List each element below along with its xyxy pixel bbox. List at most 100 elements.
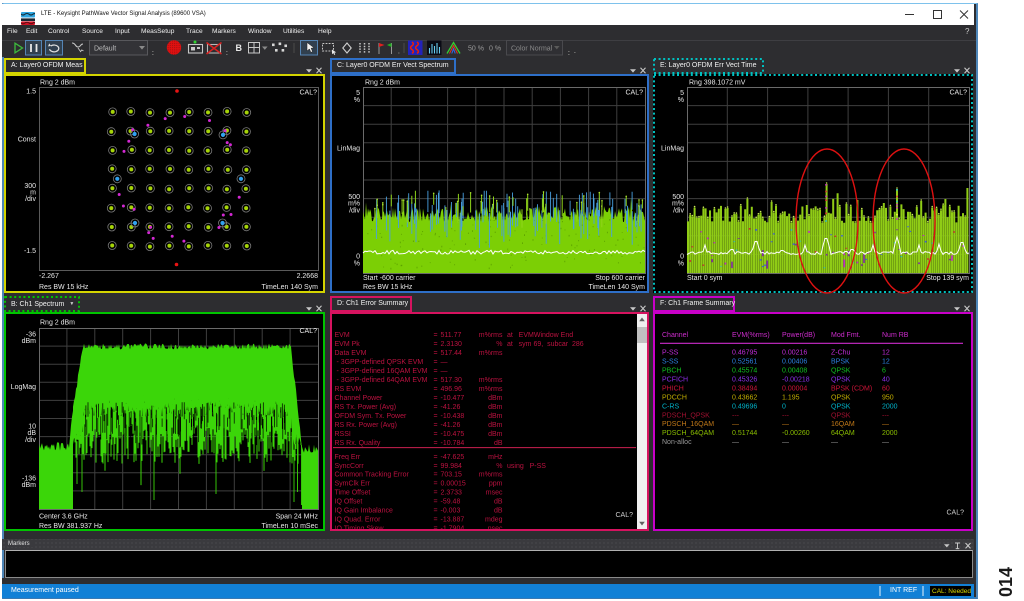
svg-text:40: 40 xyxy=(882,377,890,384)
svg-text:QPSK: QPSK xyxy=(831,412,851,419)
svg-text:-13.887: -13.887 xyxy=(441,517,465,524)
svg-text:511.77: 511.77 xyxy=(441,332,462,339)
svg-text:CAL?: CAL? xyxy=(949,90,967,97)
svg-text:Color Normal: Color Normal xyxy=(511,46,553,53)
svg-text:CAL?: CAL? xyxy=(615,512,633,519)
svg-text:m%rms: m%rms xyxy=(479,472,503,479)
svg-text:—: — xyxy=(882,439,889,446)
svg-text:703.15: 703.15 xyxy=(441,472,463,479)
svg-text:m%rms: m%rms xyxy=(479,386,503,393)
svg-text:%: % xyxy=(354,261,360,268)
svg-text:0.00408: 0.00408 xyxy=(782,368,807,375)
svg-text:=: = xyxy=(434,332,438,339)
svg-text:Non-alloc: Non-alloc xyxy=(662,439,692,446)
svg-text:99.984: 99.984 xyxy=(441,463,463,470)
svg-text:dBm: dBm xyxy=(488,413,503,420)
svg-text:517.44: 517.44 xyxy=(441,350,463,357)
svg-text:2.3733: 2.3733 xyxy=(441,490,463,497)
svg-text:1.195: 1.195 xyxy=(782,394,800,401)
svg-text:dB: dB xyxy=(494,508,503,515)
svg-text:Power(dB): Power(dB) xyxy=(782,332,815,339)
svg-text:0: 0 xyxy=(782,403,786,410)
svg-text:IQ Quad. Error: IQ Quad. Error xyxy=(335,517,382,524)
svg-text:PCFICH: PCFICH xyxy=(662,377,688,384)
svg-text:—: — xyxy=(732,421,739,428)
svg-text:Start 0 sym: Start 0 sym xyxy=(687,275,723,282)
svg-text:RS Rx. Power (Avg): RS Rx. Power (Avg) xyxy=(335,422,398,429)
svg-text:dB: dB xyxy=(494,499,503,506)
svg-text:1.5: 1.5 xyxy=(26,89,36,96)
svg-text:Const: Const xyxy=(18,137,36,144)
svg-text:0.00406: 0.00406 xyxy=(782,359,807,366)
svg-text:PBCH: PBCH xyxy=(662,368,681,375)
svg-text:QPSK: QPSK xyxy=(831,394,851,401)
svg-text:—: — xyxy=(882,421,889,428)
svg-text:-10.475: -10.475 xyxy=(441,431,465,438)
svg-text:=: = xyxy=(434,481,438,488)
svg-text:EVM: EVM xyxy=(335,332,350,339)
svg-text:%: % xyxy=(354,97,360,104)
svg-text:=: = xyxy=(434,404,438,411)
svg-text:PHICH: PHICH xyxy=(662,386,684,393)
svg-text:RS Rx. Quality: RS Rx. Quality xyxy=(335,440,381,447)
svg-text:=: = xyxy=(434,490,438,497)
svg-text:dB: dB xyxy=(27,430,36,437)
svg-text:5: 5 xyxy=(680,90,684,97)
svg-text:dB: dB xyxy=(494,440,503,447)
svg-text:Center 3.6 GHz: Center 3.6 GHz xyxy=(39,514,88,521)
svg-text:—: — xyxy=(441,359,448,366)
svg-text:—: — xyxy=(782,421,789,428)
svg-text:OFDM Sym. Tx. Power: OFDM Sym. Tx. Power xyxy=(335,413,407,420)
svg-text:=: = xyxy=(434,517,438,524)
svg-text:-0.00218: -0.00218 xyxy=(782,377,810,384)
svg-text:=: = xyxy=(434,454,438,461)
svg-text:0.00216: 0.00216 xyxy=(782,350,807,357)
svg-text:-10.477: -10.477 xyxy=(441,395,465,402)
svg-text:2000: 2000 xyxy=(882,430,898,437)
svg-text:nsec: nsec xyxy=(488,526,503,529)
svg-text:=: = xyxy=(434,422,438,429)
svg-text:950: 950 xyxy=(882,394,894,401)
svg-text:Freq Err: Freq Err xyxy=(335,454,361,461)
svg-text:=: = xyxy=(434,526,438,529)
svg-text:—: — xyxy=(732,439,739,446)
svg-text:TimeLen 140 Sym: TimeLen 140 Sym xyxy=(261,284,318,291)
svg-text:PDSCH_QPSK: PDSCH_QPSK xyxy=(662,412,710,419)
svg-text:PDSCH_16QAM: PDSCH_16QAM xyxy=(662,421,714,428)
svg-text:—: — xyxy=(441,368,448,375)
svg-text:%: % xyxy=(496,341,502,348)
svg-text:=: = xyxy=(434,472,438,479)
svg-text:m%rms: m%rms xyxy=(479,377,503,384)
svg-text:at EVMWindow End: at EVMWindow End xyxy=(507,332,573,339)
svg-text:msec: msec xyxy=(486,490,503,497)
svg-text:=: = xyxy=(434,341,438,348)
svg-text:BPSK (CDM): BPSK (CDM) xyxy=(831,386,872,393)
svg-text:BPSK: BPSK xyxy=(831,359,850,366)
svg-text:-2.267: -2.267 xyxy=(39,273,59,280)
svg-text:Z-Chu: Z-Chu xyxy=(831,350,851,357)
svg-text:P-SS: P-SS xyxy=(662,350,679,357)
svg-text:C-RS: C-RS xyxy=(662,403,679,410)
svg-text:0.43662: 0.43662 xyxy=(732,394,757,401)
svg-text:Stop 139 sym: Stop 139 sym xyxy=(926,275,969,282)
svg-text:/div: /div xyxy=(349,208,360,215)
svg-text:-0.003: -0.003 xyxy=(441,508,461,515)
svg-text:LinMag: LinMag xyxy=(337,146,360,153)
svg-text:PDSCH_64QAM: PDSCH_64QAM xyxy=(662,430,714,437)
svg-text:CAL?: CAL? xyxy=(946,510,964,517)
svg-text:/div: /div xyxy=(673,208,684,215)
svg-text:%: % xyxy=(678,97,684,104)
svg-text:60: 60 xyxy=(882,386,890,393)
svg-text:Num RB: Num RB xyxy=(882,332,909,339)
svg-text:0.51744: 0.51744 xyxy=(732,430,757,437)
svg-text:=: = xyxy=(434,413,438,420)
svg-text:RS Tx. Power (Avg): RS Tx. Power (Avg) xyxy=(335,404,397,411)
svg-text:QPSK: QPSK xyxy=(831,377,851,384)
svg-text:S-SS: S-SS xyxy=(662,359,679,366)
svg-text:dBm: dBm xyxy=(22,482,37,489)
svg-text:50 %: 50 % xyxy=(468,46,484,53)
svg-text:m%rms: m%rms xyxy=(479,332,503,339)
svg-text:517.30: 517.30 xyxy=(441,377,463,384)
svg-text:Span 24 MHz: Span 24 MHz xyxy=(276,514,319,521)
svg-text:- 3GPP-defined 16QAM EVM: - 3GPP-defined 16QAM EVM xyxy=(335,368,428,375)
